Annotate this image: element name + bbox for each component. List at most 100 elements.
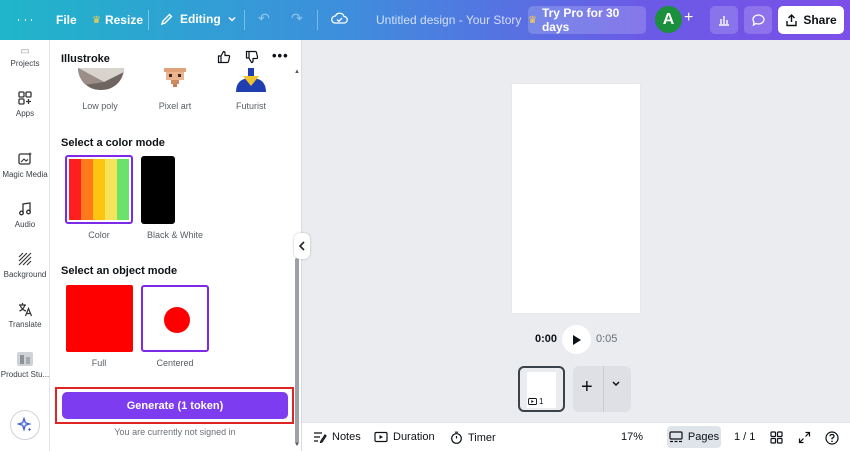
rail-item-product-studio[interactable]: Product Stu... <box>0 351 50 379</box>
editing-mode-dropdown[interactable]: Editing <box>160 12 237 26</box>
object-mode-centered-option[interactable] <box>141 285 209 352</box>
editing-label: Editing <box>180 12 221 26</box>
document-title[interactable]: Untitled design - Your Story <box>376 13 521 27</box>
object-mode-heading: Select an object mode <box>61 265 178 277</box>
resize-button[interactable]: ♛ Resize <box>92 13 143 27</box>
playback-total-time: 0:05 <box>596 333 618 345</box>
page-thumbnail-number: 1 <box>528 397 543 406</box>
add-collaborator-icon[interactable]: + <box>684 9 693 27</box>
crown-icon: ♛ <box>528 14 537 26</box>
play-icon <box>573 334 581 345</box>
notes-label: Notes <box>332 431 361 443</box>
rail-item-label: Product Stu... <box>0 370 50 379</box>
left-rail: ▭ Projects Apps Magic Media Audio Backgr… <box>0 40 50 451</box>
generate-button[interactable]: Generate (1 token) <box>62 392 288 419</box>
page-number-label: 1 <box>539 397 544 406</box>
crown-icon: ♛ <box>92 14 101 26</box>
apps-icon <box>17 90 33 106</box>
generate-highlight: Generate (1 token) <box>55 387 294 424</box>
page-thumbnail[interactable]: 1 <box>518 366 565 412</box>
cloud-saved-icon[interactable] <box>331 11 348 29</box>
rail-item-projects[interactable]: ▭ Projects <box>0 46 50 68</box>
help-icon[interactable] <box>825 431 839 445</box>
rail-item-label: Background <box>3 270 47 279</box>
magic-assistant-button[interactable] <box>10 410 40 440</box>
share-label: Share <box>803 13 837 27</box>
comment-icon <box>751 14 765 27</box>
pages-button[interactable]: Pages <box>667 426 721 448</box>
collapse-panel-button[interactable] <box>294 233 310 259</box>
zoom-level[interactable]: 17% <box>621 431 643 443</box>
thumbs-up-icon[interactable] <box>217 50 231 67</box>
style-thumb-pixel-art[interactable] <box>152 68 198 92</box>
color-mode-bw-label: Black & White <box>146 230 204 240</box>
timer-button[interactable]: Timer <box>450 431 496 444</box>
rail-item-label: Apps <box>15 109 35 118</box>
duration-icon <box>374 431 388 443</box>
thumbs-down-icon[interactable] <box>245 50 259 67</box>
chevron-left-icon <box>298 241 305 251</box>
color-mode-color-label: Color <box>88 230 110 240</box>
color-mode-color-option[interactable] <box>65 155 133 224</box>
duration-label: Duration <box>393 431 435 443</box>
duration-button[interactable]: Duration <box>374 431 435 443</box>
bottom-bar: Notes Duration Timer 17% Pages 1 / 1 <box>302 422 850 451</box>
rail-item-translate[interactable]: Translate <box>0 301 50 329</box>
fullscreen-icon[interactable] <box>798 431 811 444</box>
design-canvas-page[interactable] <box>512 84 640 313</box>
page-count: 1 / 1 <box>734 431 755 443</box>
scroll-up-arrow[interactable]: ▲ <box>294 69 300 75</box>
undo-icon[interactable]: ↶ <box>258 10 270 27</box>
color-mode-heading: Select a color mode <box>61 137 165 149</box>
panel-title: Illustroke <box>61 53 110 65</box>
more-options-icon[interactable]: ••• <box>272 48 289 63</box>
redo-icon[interactable]: ↷ <box>291 10 303 27</box>
grid-view-icon[interactable] <box>770 431 783 444</box>
try-pro-button[interactable]: ♛ Try Pro for 30 days <box>528 6 646 34</box>
add-page-button[interactable]: + <box>581 376 593 399</box>
style-label-low-poly: Low poly <box>82 101 118 111</box>
pages-label: Pages <box>687 431 720 443</box>
notes-button[interactable]: Notes <box>313 431 361 443</box>
music-note-icon <box>17 201 33 217</box>
style-thumb-futurist[interactable] <box>228 68 274 92</box>
background-icon <box>17 251 33 267</box>
timer-label: Timer <box>468 431 496 444</box>
rail-item-background[interactable]: Background <box>0 251 50 279</box>
pencil-icon <box>160 13 173 26</box>
comments-button[interactable] <box>744 6 772 34</box>
object-mode-full-label: Full <box>91 358 107 368</box>
rail-item-label: Audio <box>14 220 36 229</box>
bar-chart-icon <box>719 16 729 26</box>
video-icon <box>528 398 537 405</box>
rail-item-magic-media[interactable]: Magic Media <box>0 151 50 179</box>
rail-item-audio[interactable]: Audio <box>0 201 50 229</box>
insights-button[interactable] <box>710 6 738 34</box>
add-page-control: + <box>573 366 631 412</box>
color-mode-bw-option[interactable] <box>141 156 175 224</box>
illustroke-panel: Illustroke ••• Low poly Pixel art Futuri… <box>50 40 302 451</box>
menu-icon[interactable] <box>15 12 35 28</box>
rail-item-apps[interactable]: Apps <box>0 90 50 118</box>
chevron-down-icon <box>228 16 236 22</box>
style-label-futurist: Futurist <box>235 101 266 111</box>
sparkle-icon <box>17 417 32 432</box>
scroll-down-arrow[interactable]: ▼ <box>294 442 300 448</box>
share-button[interactable]: Share <box>778 6 844 34</box>
play-button[interactable] <box>562 325 591 354</box>
playback-current-time: 0:00 <box>535 333 558 345</box>
chevron-down-icon <box>612 381 620 387</box>
notes-icon <box>314 432 327 443</box>
top-bar: File ♛ Resize Editing ↶ ↷ Untitled desig… <box>0 0 850 40</box>
signin-note: You are currently not signed in <box>114 427 236 437</box>
file-menu[interactable]: File <box>56 13 77 27</box>
style-thumb-low-poly[interactable] <box>78 68 124 90</box>
style-label-pixel-art: Pixel art <box>158 101 192 111</box>
add-page-options-button[interactable] <box>611 380 621 391</box>
avatar[interactable]: A <box>655 6 682 33</box>
magic-media-icon <box>17 151 33 167</box>
folder-icon: ▭ <box>20 46 30 57</box>
panel-scrollbar-thumb[interactable] <box>295 258 299 444</box>
rail-item-label: Translate <box>8 320 42 329</box>
object-mode-full-option[interactable] <box>66 285 133 352</box>
